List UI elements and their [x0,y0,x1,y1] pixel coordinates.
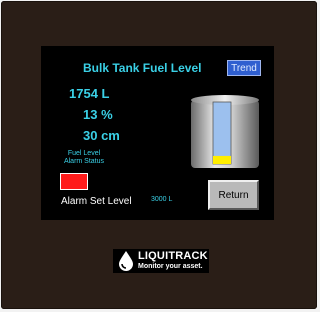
brand-tagline: Monitor your asset. [138,263,203,270]
brand-name: LIQUITRACK [138,250,208,262]
alarm-status-indicator [60,173,88,190]
display-screen: Bulk Tank Fuel Level Trend 1754 L 13 % 3… [41,46,274,220]
height-reading: 30 cm [83,128,120,143]
droplet-icon [119,251,133,271]
page-title: Bulk Tank Fuel Level [83,61,202,75]
percent-reading: 13 % [83,107,113,122]
alarm-set-level-value: 3000 L [151,196,173,203]
alarm-status-label-line1: Fuel Level [67,150,101,157]
alarm-status-label: Fuel Level Alarm Status [54,150,114,166]
device-bezel: Bulk Tank Fuel Level Trend 1754 L 13 % 3… [1,1,317,309]
volume-reading: 1754 L [69,86,110,101]
alarm-status-label-line2: Alarm Status [63,158,105,165]
alarm-set-level-label: Alarm Set Level [61,196,132,207]
tank-fill [213,155,231,164]
trend-button[interactable]: Trend [227,60,261,76]
liquitrack-logo: LIQUITRACK Monitor your asset. [113,249,209,273]
tank-icon [191,95,259,168]
tank-window [212,101,232,165]
return-button[interactable]: Return [208,180,259,210]
